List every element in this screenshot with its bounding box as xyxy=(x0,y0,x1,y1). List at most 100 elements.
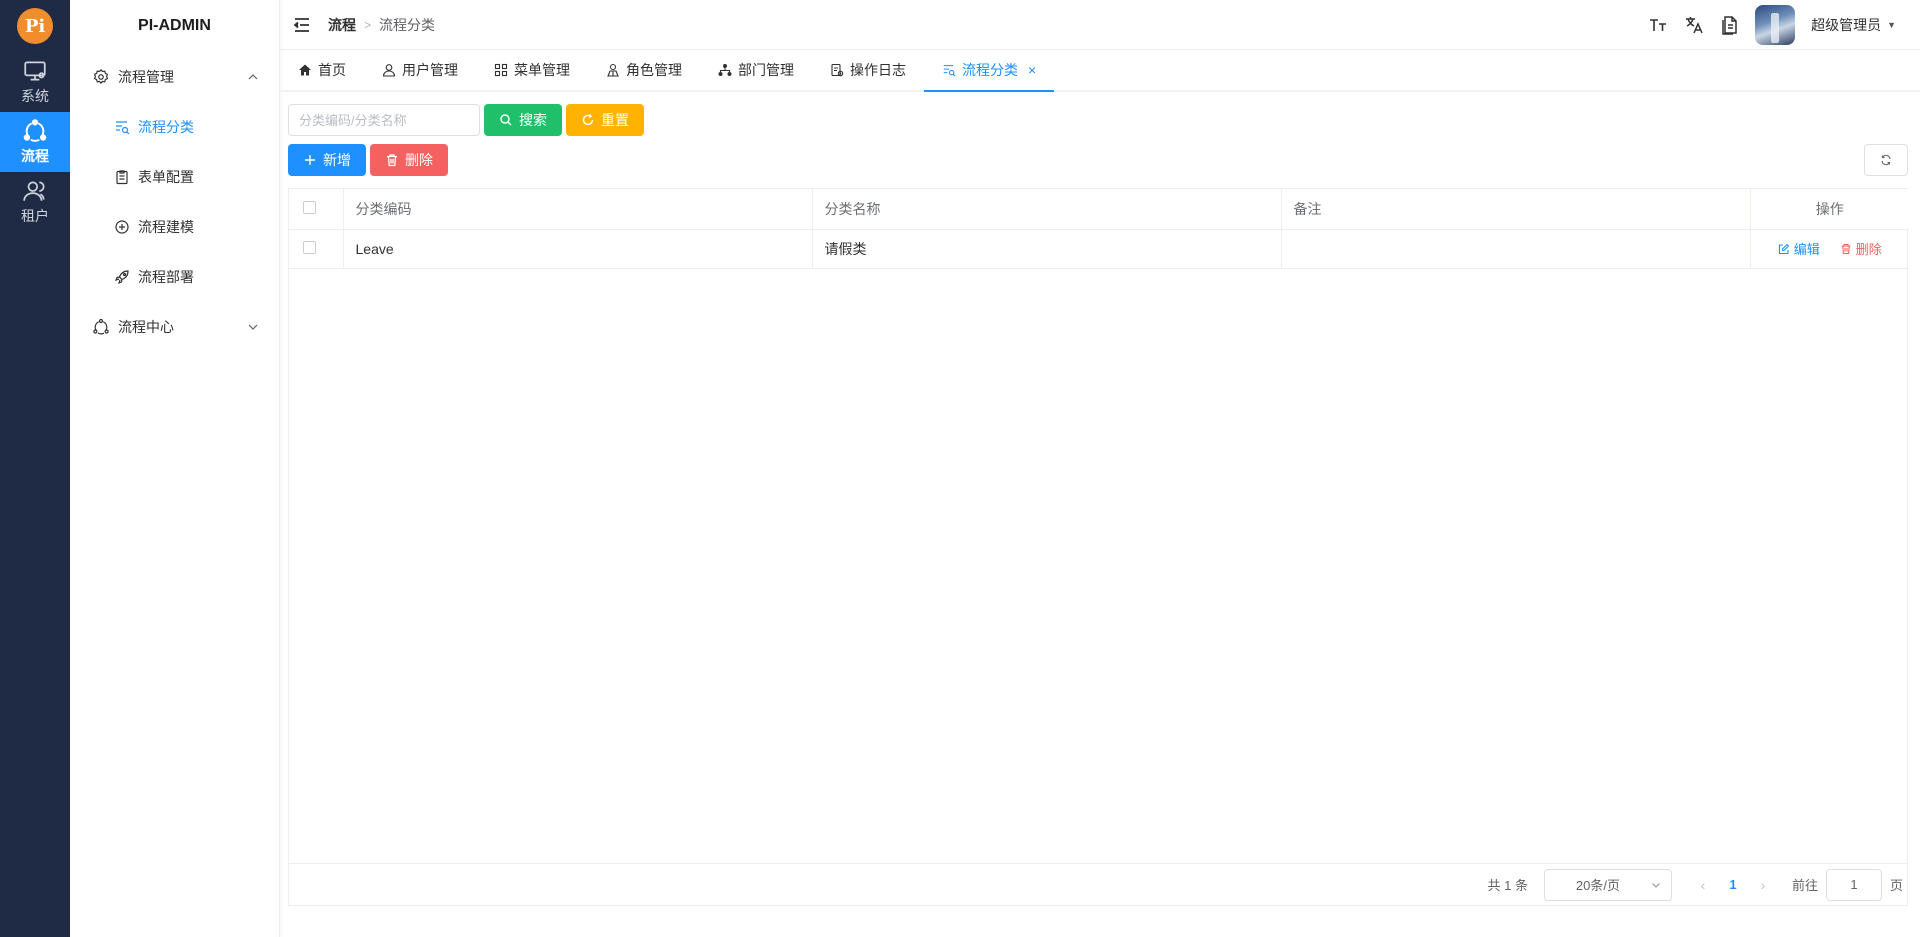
menu-item-flow-category[interactable]: 流程分类 xyxy=(70,102,279,152)
breadcrumb-item: 流程分类 xyxy=(379,16,436,33)
rocket-icon xyxy=(114,270,129,285)
trash-icon xyxy=(1841,243,1851,254)
tab-user-management[interactable]: 用户管理 xyxy=(364,50,476,90)
search-bar: 搜索 重置 xyxy=(288,104,1908,136)
role-icon xyxy=(607,63,619,77)
sidebar: PI-ADMIN 流程管理 流程分类 表单配置 流程建模 流程部署 流程中心 xyxy=(70,0,280,937)
rail-item-system[interactable]: 系统 xyxy=(0,52,70,112)
column-header: 分类名称 xyxy=(812,189,1282,230)
app-rail: Pi 系统 流程 租户 xyxy=(0,0,70,937)
tab-role-management[interactable]: 角色管理 xyxy=(588,50,700,90)
avatar[interactable] xyxy=(1755,4,1796,45)
menu-item-flow-modeling[interactable]: 流程建模 xyxy=(70,202,279,252)
reset-button-label: 重置 xyxy=(601,112,629,128)
menu-group-flow-management[interactable]: 流程管理 xyxy=(70,52,279,102)
column-header: 备注 xyxy=(1281,189,1751,230)
flow-cycle-icon xyxy=(93,318,109,335)
rail-item-label: 租户 xyxy=(21,208,49,224)
page-number[interactable]: 1 xyxy=(1718,877,1748,892)
table-row: Leave 请假类 编辑 删除 xyxy=(289,229,1909,269)
row-delete-button[interactable]: 删除 xyxy=(1840,239,1882,258)
menu-group-label: 流程管理 xyxy=(118,69,174,85)
column-header: 操作 xyxy=(1750,189,1909,230)
top-header: 流程 > 流程分类 超级管理员 ▼ xyxy=(280,0,1920,50)
cell-remark xyxy=(1281,229,1751,269)
caret-down-icon: ▼ xyxy=(1887,19,1896,30)
menu-group-label: 流程中心 xyxy=(118,319,174,335)
page-size-select[interactable]: 20条/页 xyxy=(1543,868,1672,901)
list-search-icon xyxy=(116,121,130,135)
chevron-up-icon xyxy=(248,74,258,80)
search-button[interactable]: 搜索 xyxy=(484,104,562,136)
users-icon xyxy=(23,181,45,201)
tab-operation-log[interactable]: 操作日志 xyxy=(812,50,924,90)
app-logo: Pi xyxy=(17,8,53,44)
next-page-button[interactable]: › xyxy=(1748,877,1778,893)
document-icon[interactable] xyxy=(1719,14,1741,36)
settings-circle-icon xyxy=(93,68,109,84)
cell-name: 请假类 xyxy=(812,229,1282,269)
rail-item-flow[interactable]: 流程 xyxy=(0,112,70,172)
pagination-total: 共 1 条 xyxy=(1487,878,1528,893)
clipboard-icon xyxy=(116,170,128,185)
rail-item-label: 流程 xyxy=(21,148,49,164)
breadcrumb-item[interactable]: 流程 xyxy=(328,15,356,35)
plus-icon xyxy=(305,155,315,165)
menu-item-label: 流程建模 xyxy=(138,219,194,235)
font-size-icon[interactable] xyxy=(1647,14,1669,36)
row-edit-button[interactable]: 编辑 xyxy=(1778,239,1820,258)
tab-label: 菜单管理 xyxy=(514,62,570,78)
refresh-icon xyxy=(582,114,594,126)
row-checkbox[interactable] xyxy=(303,240,316,254)
rail-item-tenant[interactable]: 租户 xyxy=(0,172,70,232)
delete-button[interactable]: 删除 xyxy=(370,144,448,176)
search-button-label: 搜索 xyxy=(519,112,547,128)
tab-label: 用户管理 xyxy=(402,62,458,78)
goto-label: 前往 xyxy=(1791,878,1818,893)
grid-icon xyxy=(494,63,508,77)
menu-item-label: 流程分类 xyxy=(138,119,194,135)
menu-item-label: 表单配置 xyxy=(138,169,194,185)
tab-bar: 首页 用户管理 菜单管理 角色管理 部门管理 操作日志 流程分类 × xyxy=(280,50,1920,92)
menu-item-form-config[interactable]: 表单配置 xyxy=(70,152,279,202)
translate-icon[interactable] xyxy=(1683,14,1705,36)
tab-label: 操作日志 xyxy=(850,62,906,78)
chevron-down-icon xyxy=(248,324,258,330)
prev-page-button[interactable]: ‹ xyxy=(1688,877,1718,893)
plus-circle-icon xyxy=(115,220,129,234)
search-input[interactable] xyxy=(288,104,480,136)
log-icon xyxy=(831,63,844,77)
delete-label: 删除 xyxy=(1855,242,1882,257)
tab-flow-category[interactable]: 流程分类 × xyxy=(924,50,1055,92)
close-icon[interactable]: × xyxy=(1028,62,1036,78)
tab-home[interactable]: 首页 xyxy=(280,50,364,90)
add-button[interactable]: 新增 xyxy=(288,144,366,176)
breadcrumb: 流程 > 流程分类 xyxy=(328,15,435,35)
org-icon xyxy=(718,64,732,76)
tab-dept-management[interactable]: 部门管理 xyxy=(700,50,812,90)
select-all-checkbox[interactable] xyxy=(303,200,316,214)
rail-item-label: 系统 xyxy=(21,88,49,104)
tab-menu-management[interactable]: 菜单管理 xyxy=(476,50,588,90)
menu-fold-icon[interactable] xyxy=(292,15,312,35)
menu-item-flow-deploy[interactable]: 流程部署 xyxy=(70,252,279,302)
username: 超级管理员 xyxy=(1811,16,1882,33)
search-icon xyxy=(500,114,512,126)
column-header: 分类编码 xyxy=(343,189,813,230)
tab-label: 部门管理 xyxy=(738,62,794,78)
trash-icon xyxy=(387,154,397,167)
brand-title: PI-ADMIN xyxy=(138,17,211,34)
reset-button[interactable]: 重置 xyxy=(566,104,644,136)
home-icon xyxy=(299,64,311,76)
edit-label: 编辑 xyxy=(1793,242,1820,257)
menu-group-flow-center[interactable]: 流程中心 xyxy=(70,302,279,352)
edit-icon xyxy=(1778,243,1790,254)
user-menu[interactable]: 超级管理员 ▼ xyxy=(1811,15,1896,35)
menu-item-label: 流程部署 xyxy=(138,269,194,285)
data-table: 分类编码 分类名称 备注 操作 Leave 请假类 编辑 删除 共 1 条 20… xyxy=(288,188,1909,906)
add-button-label: 新增 xyxy=(323,152,351,168)
pagination: 共 1 条 20条/页 ‹ 1 › 前往 页 xyxy=(289,863,1907,905)
tab-label: 首页 xyxy=(318,62,346,78)
refresh-button[interactable] xyxy=(1864,144,1908,176)
goto-page-input[interactable] xyxy=(1825,868,1882,901)
